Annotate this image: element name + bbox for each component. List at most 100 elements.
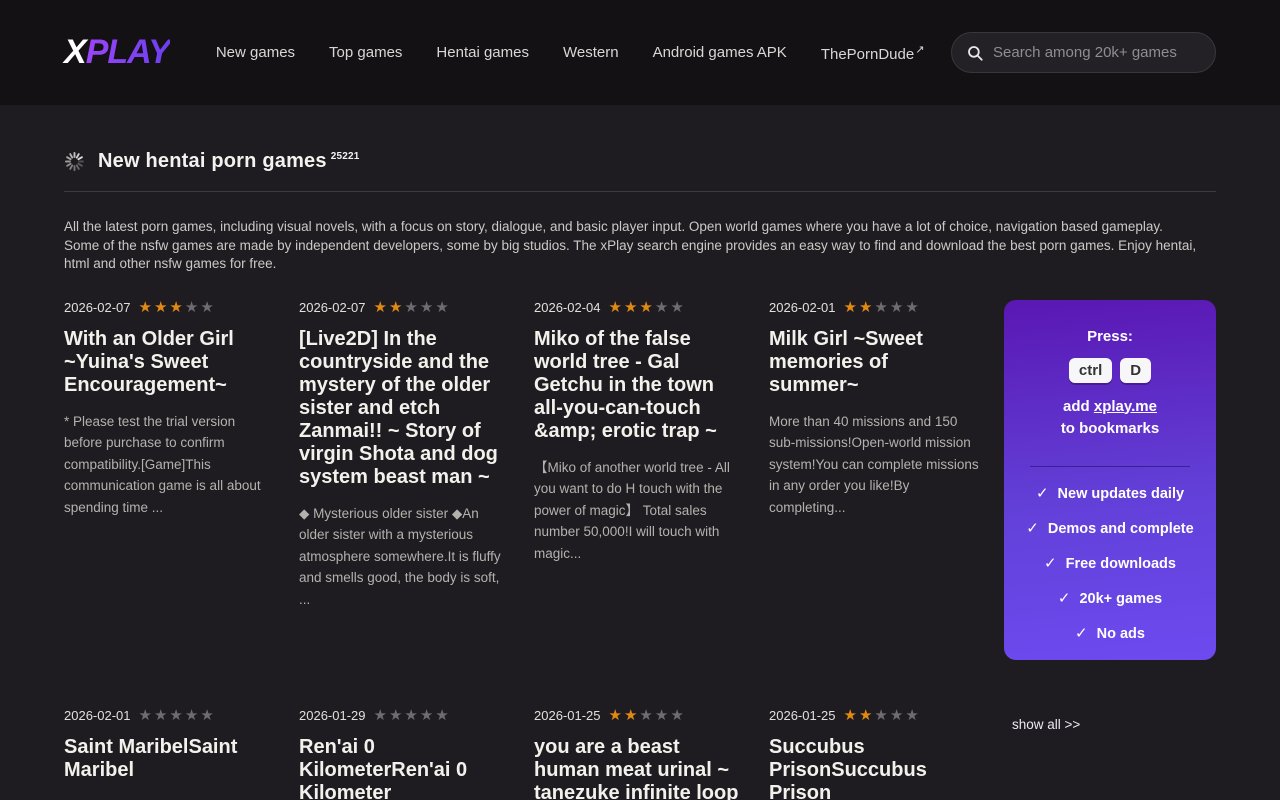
main-nav: New games Top games Hentai games Western And… xyxy=(216,43,925,63)
star-filled-icon: ★ xyxy=(609,299,624,316)
logo-play: PLAY xyxy=(86,33,170,71)
nav-link-new-games[interactable]: New games xyxy=(216,44,295,61)
game-title-link[interactable]: With an Older Girl ~Yuina's Sweet Encour… xyxy=(64,328,276,397)
search-input[interactable] xyxy=(993,44,1201,61)
game-card: 2026-02-07 ★★★★★ [Live2D] In the country… xyxy=(299,300,511,611)
star-empty-icon: ★ xyxy=(200,707,215,724)
add-bookmark-text: add xplay.me to bookmarks xyxy=(1018,396,1202,440)
star-filled-icon: ★ xyxy=(844,707,859,724)
page-title: New hentai porn games25221 xyxy=(98,150,360,173)
game-title-link[interactable]: you are a beast human meat urinal ~ tane… xyxy=(534,736,746,800)
rating-stars: ★★★★★ xyxy=(844,708,921,723)
star-filled-icon: ★ xyxy=(859,299,874,316)
game-title-link[interactable]: Miko of the false world tree - Gal Getch… xyxy=(534,328,746,443)
search-box[interactable] xyxy=(951,32,1216,73)
feature-item: ✓New updates daily xyxy=(1018,484,1202,502)
press-label: Press: xyxy=(1018,328,1202,345)
check-icon: ✓ xyxy=(1036,485,1049,502)
game-card: 2026-01-25 ★★★★★ you are a beast human m… xyxy=(534,708,746,800)
nav-link-android-games-apk[interactable]: Android games APK xyxy=(653,44,787,61)
nav-link-hentai-games[interactable]: Hentai games xyxy=(436,44,529,61)
star-empty-icon: ★ xyxy=(169,707,184,724)
key-d[interactable]: D xyxy=(1120,358,1151,383)
star-empty-icon: ★ xyxy=(154,707,169,724)
game-date: 2026-01-25 xyxy=(769,708,836,723)
star-empty-icon: ★ xyxy=(374,707,389,724)
check-icon: ✓ xyxy=(1026,520,1039,537)
game-date: 2026-01-25 xyxy=(534,708,601,723)
feature-list: ✓New updates daily✓Demos and complete✓Fr… xyxy=(1018,484,1202,642)
rating-stars: ★★★★★ xyxy=(844,300,921,315)
game-description: Metroidvania-style Action... xyxy=(64,796,276,800)
star-empty-icon: ★ xyxy=(670,707,685,724)
star-empty-icon: ★ xyxy=(435,707,450,724)
game-card: 2026-01-29 ★★★★★ Ren'ai 0 KilometerRen'a… xyxy=(299,708,511,800)
star-filled-icon: ★ xyxy=(844,299,859,316)
rating-stars: ★★★★★ xyxy=(139,300,216,315)
external-link-icon: ↗ xyxy=(915,44,924,56)
star-filled-icon: ★ xyxy=(169,299,184,316)
game-title-link[interactable]: Saint MaribelSaint Maribel xyxy=(64,736,276,782)
logo-x: X xyxy=(64,33,86,71)
nav-link-western[interactable]: Western xyxy=(563,44,619,61)
star-empty-icon: ★ xyxy=(655,299,670,316)
bookmark-promo-card: Press: ctrl D add xplay.me to bookmarks ✓… xyxy=(1004,300,1216,660)
game-description: * Please test the trial version before p… xyxy=(64,411,276,519)
content: New hentai porn games25221 All the lates… xyxy=(0,150,1280,800)
star-empty-icon: ★ xyxy=(905,707,920,724)
intro-line-2: Some of the nsfw games are made by indep… xyxy=(64,237,1216,274)
games-grid: 2026-02-07 ★★★★★ With an Older Girl ~Yui… xyxy=(64,300,1216,800)
star-empty-icon: ★ xyxy=(185,299,200,316)
star-empty-icon: ★ xyxy=(639,707,654,724)
star-empty-icon: ★ xyxy=(185,707,200,724)
star-filled-icon: ★ xyxy=(389,299,404,316)
star-filled-icon: ★ xyxy=(624,707,639,724)
game-date: 2026-02-04 xyxy=(534,300,601,315)
star-filled-icon: ★ xyxy=(624,299,639,316)
game-card: 2026-02-04 ★★★★★ Miko of the false world… xyxy=(534,300,746,565)
game-description: More than 40 missions and 150 sub-missio… xyxy=(769,411,981,519)
search-icon xyxy=(966,44,984,62)
star-empty-icon: ★ xyxy=(670,299,685,316)
nav-link-top-games[interactable]: Top games xyxy=(329,44,402,61)
nav-link-theporndude[interactable]: ThePornDude↗ xyxy=(821,43,925,63)
star-empty-icon: ★ xyxy=(435,299,450,316)
star-empty-icon: ★ xyxy=(420,707,435,724)
game-title-link[interactable]: Succubus PrisonSuccubus Prison xyxy=(769,736,981,800)
xplay-logo[interactable]: XPLAY xyxy=(64,33,170,72)
star-empty-icon: ★ xyxy=(139,707,154,724)
show-all-link[interactable]: show all >> xyxy=(1012,717,1080,732)
top-bar: XPLAY New games Top games Hentai games West… xyxy=(0,0,1280,105)
game-date: 2026-02-07 xyxy=(299,300,366,315)
star-filled-icon: ★ xyxy=(859,707,874,724)
check-icon: ✓ xyxy=(1075,625,1088,642)
check-icon: ✓ xyxy=(1058,590,1071,607)
star-empty-icon: ★ xyxy=(890,299,905,316)
star-empty-icon: ★ xyxy=(905,299,920,316)
game-title-link[interactable]: [Live2D] In the countryside and the myst… xyxy=(299,328,511,489)
check-icon: ✓ xyxy=(1044,555,1057,572)
star-filled-icon: ★ xyxy=(374,299,389,316)
star-empty-icon: ★ xyxy=(420,299,435,316)
key-ctrl[interactable]: ctrl xyxy=(1069,358,1112,383)
rating-stars: ★★★★★ xyxy=(139,708,216,723)
feature-item: ✓No ads xyxy=(1018,624,1202,642)
rating-stars: ★★★★★ xyxy=(374,300,451,315)
game-title-link[interactable]: Ren'ai 0 KilometerRen'ai 0 Kilometer xyxy=(299,736,511,800)
xplay-me-link[interactable]: xplay.me xyxy=(1094,398,1157,415)
game-card: 2026-01-25 ★★★★★ Succubus PrisonSuccubus… xyxy=(769,708,981,800)
game-title-link[interactable]: Milk Girl ~Sweet memories of summer~ xyxy=(769,328,981,397)
game-card: 2026-02-01 ★★★★★ Saint MaribelSaint Mari… xyxy=(64,708,276,800)
rating-stars: ★★★★★ xyxy=(609,708,686,723)
hotkeys: ctrl D xyxy=(1018,358,1202,383)
game-description: ◆ Mysterious older sister ◆An older sist… xyxy=(299,503,511,611)
star-empty-icon: ★ xyxy=(389,707,404,724)
star-filled-icon: ★ xyxy=(139,299,154,316)
game-description: 【Miko of another world tree - All you wa… xyxy=(534,457,746,565)
divider xyxy=(64,191,1216,192)
star-filled-icon: ★ xyxy=(154,299,169,316)
feature-item: ✓Free downloads xyxy=(1018,554,1202,572)
intro-line-1: All the latest porn games, including vis… xyxy=(64,218,1216,237)
star-filled-icon: ★ xyxy=(639,299,654,316)
rating-stars: ★★★★★ xyxy=(609,300,686,315)
